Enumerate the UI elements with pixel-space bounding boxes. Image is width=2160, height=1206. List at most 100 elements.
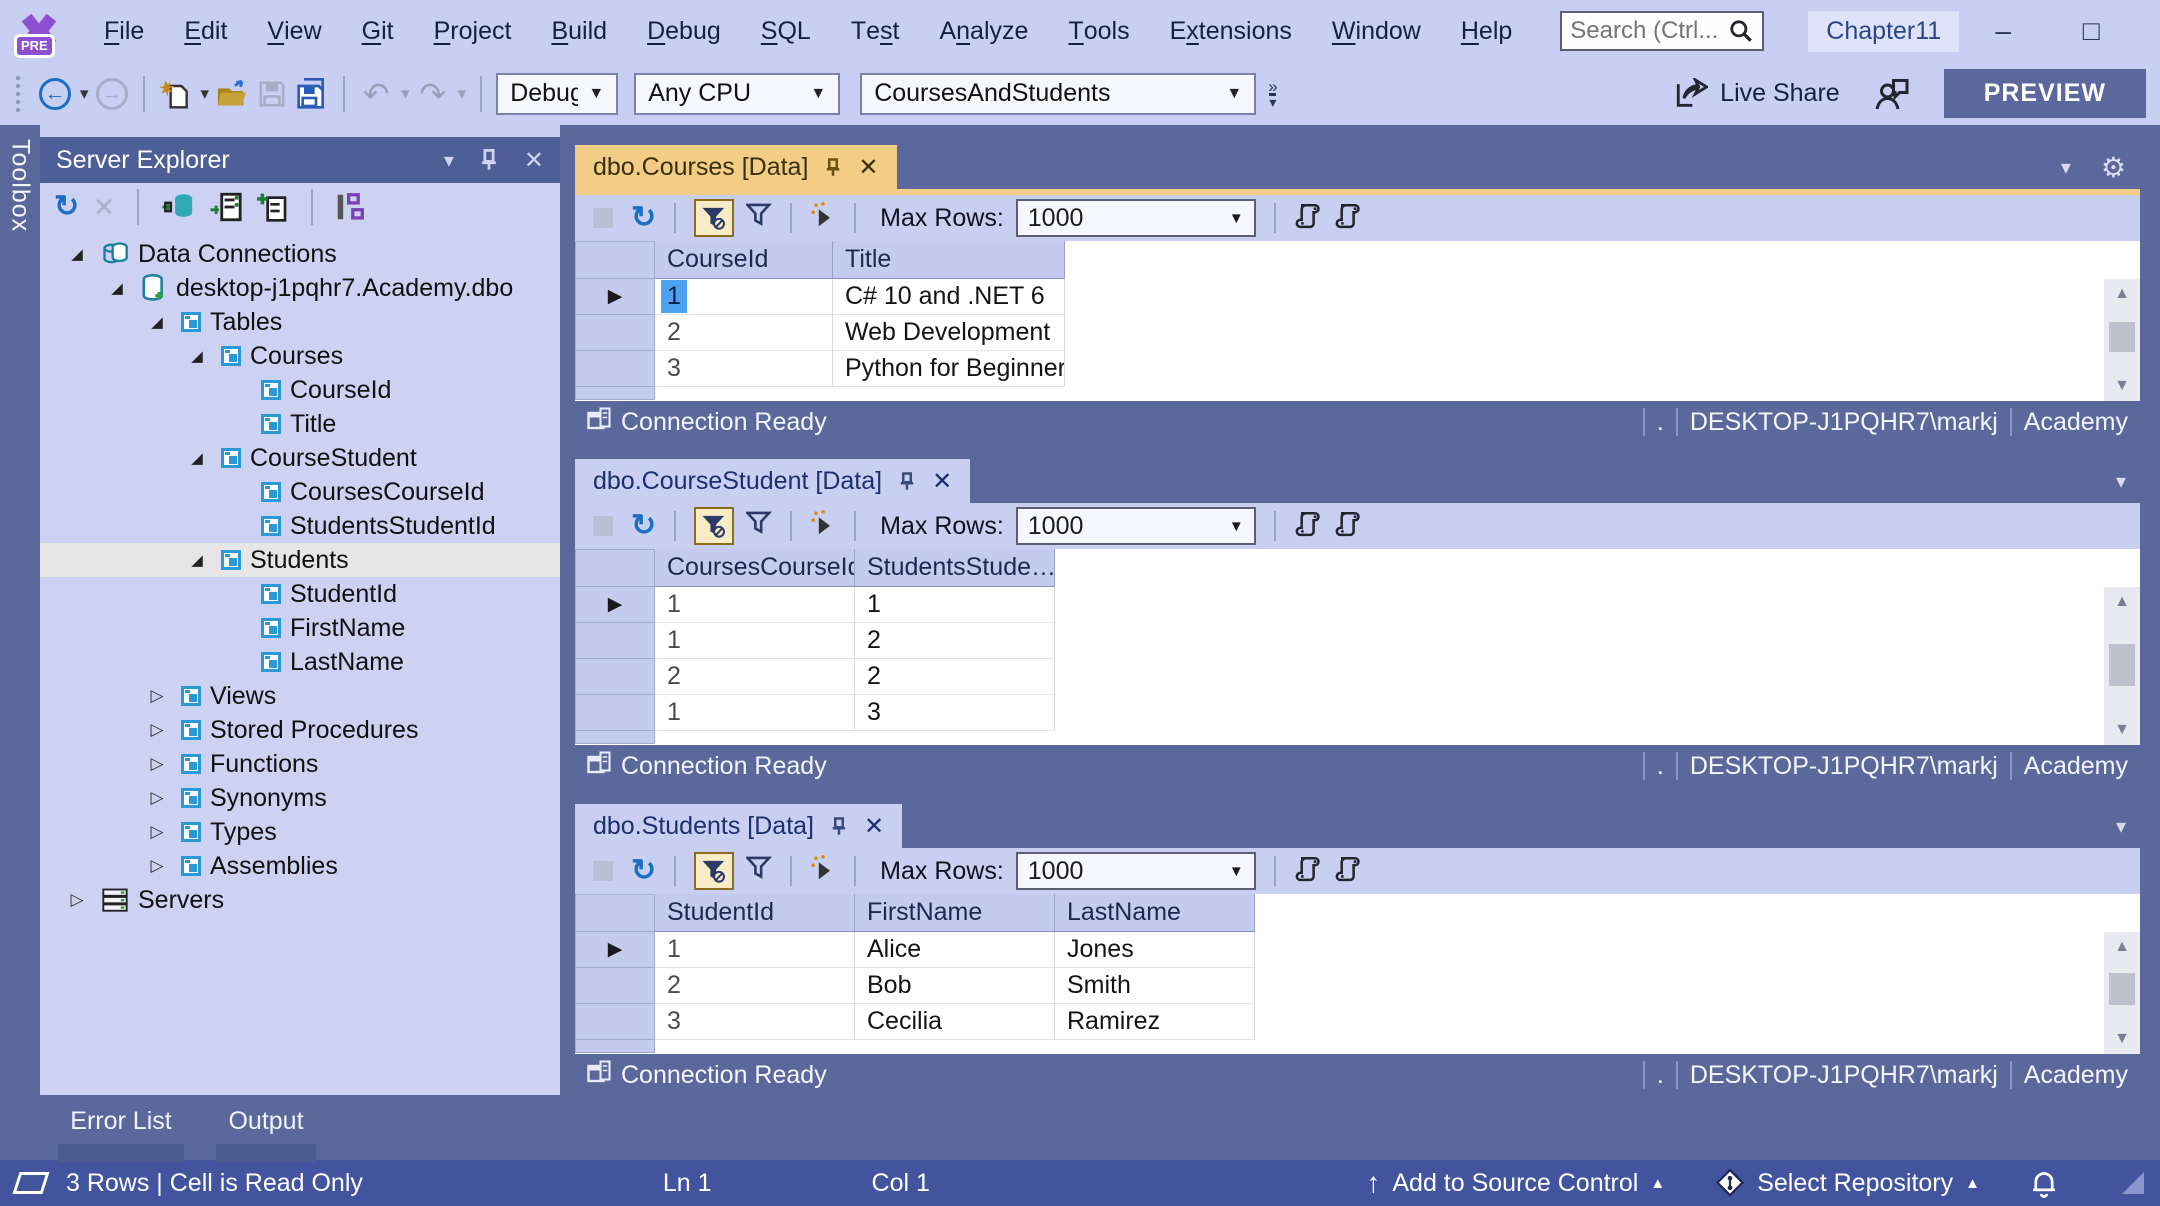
grid-cell[interactable]: Web Development <box>833 315 1065 351</box>
menu-file[interactable]: File <box>84 0 164 62</box>
tab-dbo-students-data-[interactable]: dbo.Students [Data]✕ <box>575 804 902 848</box>
row-selector[interactable] <box>575 315 655 351</box>
tree-item-title[interactable]: Title <box>40 407 560 441</box>
script-icon[interactable] <box>1294 509 1322 544</box>
scrollbar-thumb[interactable] <box>2109 973 2135 1005</box>
grid-cell[interactable]: Alice <box>855 932 1055 968</box>
grid-cell[interactable]: Cecilia <box>855 1004 1055 1040</box>
grid-cell[interactable]: Smith <box>1055 968 1255 1004</box>
scroll-up-icon[interactable]: ▲ <box>2114 938 2130 956</box>
grid-cell[interactable]: 2 <box>655 315 833 351</box>
scrollbar-thumb[interactable] <box>2109 644 2135 687</box>
minimize-button[interactable]: – <box>1959 0 2047 62</box>
scroll-down-icon[interactable]: ▼ <box>2114 377 2130 395</box>
tab-error-list[interactable]: Error List <box>58 1107 184 1162</box>
menu-test[interactable]: Test <box>831 0 920 62</box>
scroll-up-icon[interactable]: ▲ <box>2114 593 2130 611</box>
menu-help[interactable]: Help <box>1441 0 1532 62</box>
grid-cell[interactable]: 1 <box>655 932 855 968</box>
filter-icon[interactable] <box>746 510 772 543</box>
tab-dbo-coursestudent-data-[interactable]: dbo.CourseStudent [Data]✕ <box>575 459 970 503</box>
menu-build[interactable]: Build <box>531 0 627 62</box>
expander-expanded-icon[interactable]: ◢ <box>102 279 132 297</box>
tab-list-chevron-icon[interactable]: ▾ <box>2061 155 2071 180</box>
stop-refresh-icon[interactable]: ✕ <box>93 192 115 223</box>
row-selector[interactable] <box>575 695 655 731</box>
add-to-source-control-button[interactable]: ↑ Add to Source Control ▲ <box>1366 1167 1665 1199</box>
filter-icon[interactable] <box>746 202 772 235</box>
vertical-scrollbar[interactable]: ▲▼ <box>2104 587 2140 745</box>
menu-view[interactable]: View <box>247 0 341 62</box>
remove-filter-icon[interactable] <box>694 199 734 237</box>
script-icon[interactable] <box>1294 854 1322 889</box>
expander-expanded-icon[interactable]: ◢ <box>182 449 212 467</box>
expander-collapsed-icon[interactable]: ▷ <box>142 754 172 774</box>
row-selector[interactable] <box>575 623 655 659</box>
tree-item-students[interactable]: ◢Students <box>40 543 560 577</box>
navigate-back-dropdown[interactable]: ▾ <box>80 84 89 104</box>
hierarchy-icon[interactable] <box>335 192 365 222</box>
tree-item-coursestudent[interactable]: ◢CourseStudent <box>40 441 560 475</box>
run-query-icon[interactable] <box>810 509 836 544</box>
scroll-up-icon[interactable]: ▲ <box>2114 285 2130 303</box>
menu-sql[interactable]: SQL <box>741 0 831 62</box>
tree-item-assemblies[interactable]: ▷Assemblies <box>40 849 560 883</box>
add-server-icon[interactable] <box>257 191 289 223</box>
tree-item-views[interactable]: ▷Views <box>40 679 560 713</box>
notifications-bell-icon[interactable] <box>2030 1168 2058 1198</box>
undo-button[interactable]: ↶ <box>359 72 393 116</box>
search-box[interactable] <box>1560 11 1764 51</box>
row-selector[interactable] <box>575 351 655 387</box>
close-icon[interactable]: ✕ <box>864 812 884 841</box>
expander-expanded-icon[interactable]: ◢ <box>62 245 92 263</box>
row-selector[interactable]: ▶ <box>575 932 655 968</box>
grid-cell[interactable]: 2 <box>855 659 1055 695</box>
tab-list-chevron-icon[interactable]: ▾ <box>2116 469 2126 494</box>
run-query-icon[interactable] <box>810 201 836 236</box>
refresh-icon[interactable]: ↻ <box>631 203 656 233</box>
tree-item-synonyms[interactable]: ▷Synonyms <box>40 781 560 815</box>
script-icon[interactable] <box>1294 201 1322 236</box>
refresh-icon[interactable]: ↻ <box>631 856 656 886</box>
refresh-icon[interactable]: ↻ <box>54 192 79 222</box>
select-repository-button[interactable]: Select Repository ▲ <box>1715 1168 1980 1198</box>
column-header-coursescourseid[interactable]: CoursesCourseId <box>655 549 855 587</box>
window-position-icon[interactable]: ▾ <box>444 148 454 173</box>
tree-item-stored-procedures[interactable]: ▷Stored Procedures <box>40 713 560 747</box>
column-header-courseid[interactable]: CourseId <box>655 241 833 279</box>
tree-item-studentsstudentid[interactable]: StudentsStudentId <box>40 509 560 543</box>
redo-button[interactable]: ↷ <box>416 72 450 116</box>
script-results-icon[interactable] <box>1334 854 1362 889</box>
startup-project-dropdown[interactable]: CoursesAndStudents▼ <box>860 73 1256 115</box>
close-icon[interactable]: ✕ <box>524 146 544 175</box>
column-header-lastname[interactable]: LastName <box>1055 894 1255 932</box>
remove-filter-icon[interactable] <box>694 852 734 890</box>
maximize-button[interactable]: □ <box>2047 0 2135 62</box>
expander-expanded-icon[interactable]: ◢ <box>182 347 212 365</box>
tree-item-data-connections[interactable]: ◢Data Connections <box>40 237 560 271</box>
grid-cell[interactable]: Ramirez <box>1055 1004 1255 1040</box>
grid-cell[interactable]: 1 <box>655 279 833 315</box>
grid-cell[interactable]: 2 <box>655 968 855 1004</box>
toolbar-overflow-button[interactable]: »▾ <box>1268 80 1277 108</box>
pin-icon[interactable] <box>830 816 848 836</box>
menu-window[interactable]: Window <box>1312 0 1441 62</box>
row-selector[interactable] <box>575 659 655 695</box>
menu-extensions[interactable]: Extensions <box>1150 0 1312 62</box>
navigate-back-button[interactable]: ← <box>38 72 72 116</box>
script-results-icon[interactable] <box>1334 509 1362 544</box>
close-icon[interactable]: ✕ <box>858 153 878 182</box>
window-resize-grip[interactable] <box>2122 1172 2144 1194</box>
remove-filter-icon[interactable] <box>694 507 734 545</box>
column-header-title[interactable]: Title <box>833 241 1065 279</box>
scrollbar-thumb[interactable] <box>2109 322 2135 352</box>
grid-cell[interactable]: Bob <box>855 968 1055 1004</box>
tree-item-studentid[interactable]: StudentId <box>40 577 560 611</box>
tree-item-courseid[interactable]: CourseId <box>40 373 560 407</box>
feedback-icon[interactable] <box>1874 77 1910 111</box>
script-results-icon[interactable] <box>1334 201 1362 236</box>
grid-cell[interactable]: 2 <box>855 623 1055 659</box>
refresh-icon[interactable]: ↻ <box>631 511 656 541</box>
solution-platform-dropdown[interactable]: Any CPU▼ <box>634 73 840 115</box>
tree-item-types[interactable]: ▷Types <box>40 815 560 849</box>
